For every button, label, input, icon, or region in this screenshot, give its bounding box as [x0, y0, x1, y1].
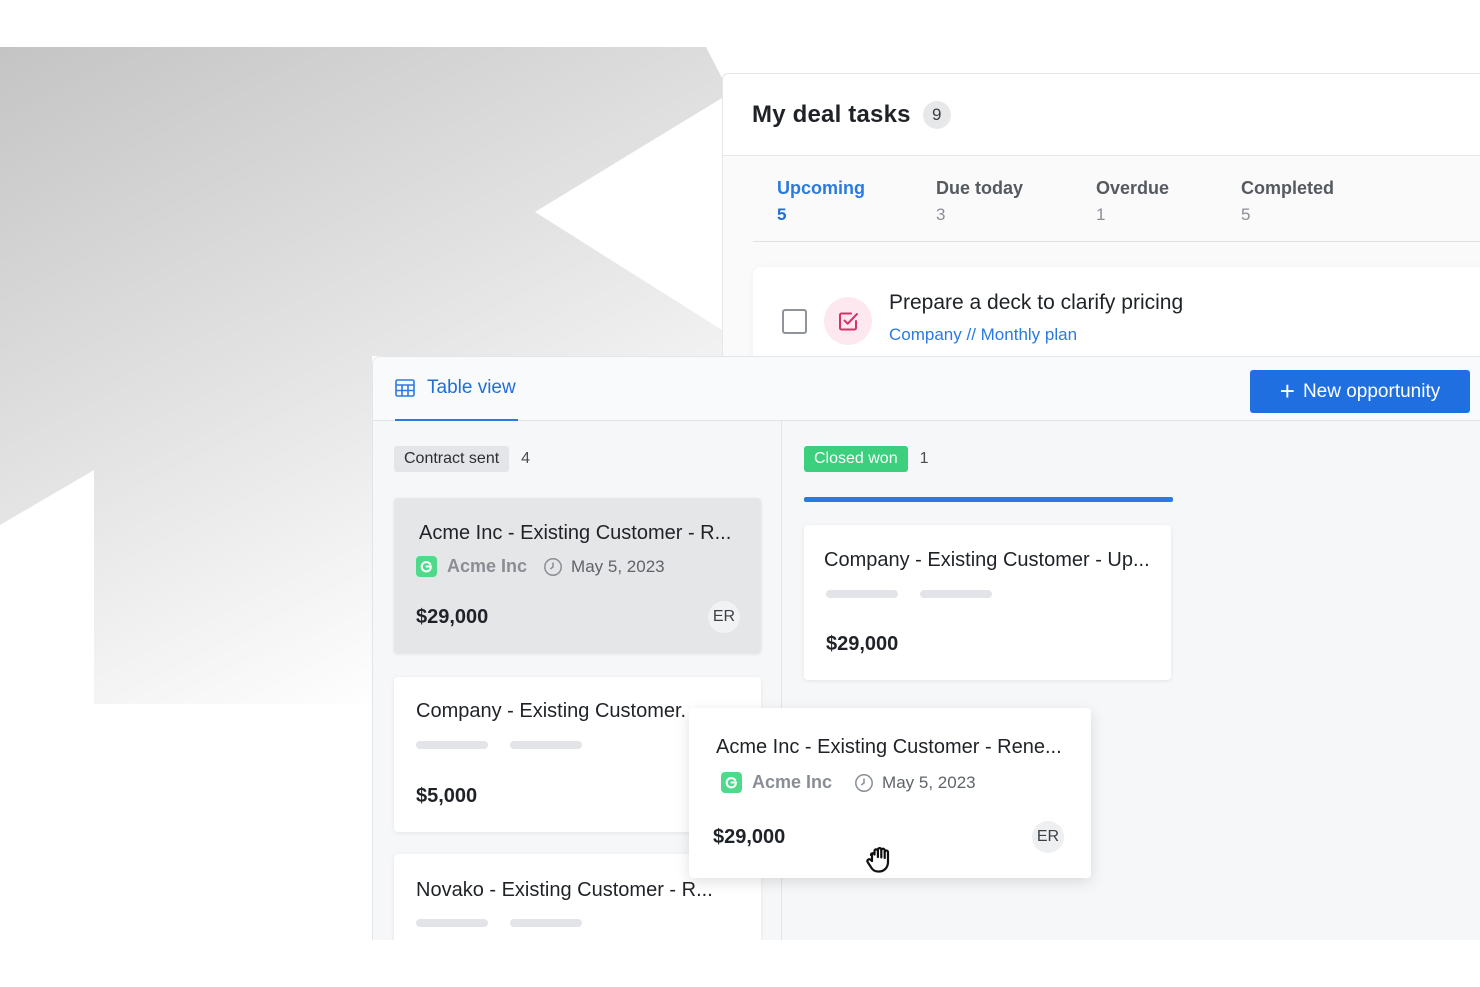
company-logo-icon	[416, 556, 437, 577]
column-header-closed-won: Closed won 1	[804, 446, 929, 472]
skeleton-placeholder	[416, 919, 488, 927]
opportunity-card[interactable]: Acme Inc - Existing Customer - R... Acme…	[394, 498, 761, 653]
company-logo-icon	[721, 772, 742, 793]
card-amount: $5,000	[416, 785, 478, 807]
card-title: Company - Existing Customer.	[416, 700, 687, 722]
tab-due-today[interactable]: Due today 3	[936, 178, 1023, 225]
card-meta: Acme Inc May 5, 2023	[721, 772, 976, 793]
tab-overdue[interactable]: Overdue 1	[1096, 178, 1169, 225]
new-opportunity-label: New opportunity	[1302, 380, 1441, 402]
tab-upcoming[interactable]: Upcoming 5	[777, 178, 865, 225]
tasks-count-badge: 9	[922, 100, 951, 129]
skeleton-placeholder	[510, 919, 582, 927]
tab-count: 5	[1241, 205, 1251, 224]
clock-icon	[544, 557, 562, 576]
table-view-label: Table view	[427, 377, 516, 398]
skeleton-placeholder	[510, 741, 582, 749]
tab-label: Due today	[936, 178, 1024, 198]
grab-cursor-icon	[866, 847, 890, 873]
card-amount: $29,000	[826, 633, 899, 655]
task-checkbox[interactable]	[782, 309, 807, 334]
avatar[interactable]: ER	[1032, 821, 1064, 853]
status-badge: Contract sent	[394, 446, 510, 472]
tab-label: Upcoming	[777, 178, 865, 198]
table-icon	[395, 379, 415, 397]
column-header-contract-sent: Contract sent 4	[394, 446, 530, 472]
skeleton-placeholder	[416, 741, 488, 749]
page-title: My deal tasks	[752, 100, 911, 128]
card-title: Acme Inc - Existing Customer - R...	[419, 522, 732, 544]
task-tabs: Upcoming 5 Due today 3 Overdue 1 Complet…	[753, 156, 1480, 242]
card-company[interactable]: Acme Inc	[752, 772, 832, 793]
tab-completed[interactable]: Completed 5	[1241, 178, 1334, 225]
status-badge: Closed won	[804, 446, 908, 472]
card-date: May 5, 2023	[571, 556, 665, 576]
tab-count: 5	[777, 205, 787, 224]
card-amount: $29,000	[713, 826, 786, 848]
task-related-link[interactable]: Company // Monthly plan	[889, 325, 1077, 345]
deal-tasks-header: My deal tasks 9	[723, 74, 1480, 156]
opportunity-card[interactable]: Company - Existing Customer - Up... $29,…	[804, 525, 1171, 680]
drop-indicator	[804, 497, 1173, 502]
tab-count: 3	[936, 205, 946, 224]
card-title: Acme Inc - Existing Customer - Rene...	[716, 736, 1062, 758]
tab-label: Completed	[1241, 178, 1335, 198]
column-count: 4	[521, 450, 531, 467]
skeleton-placeholder	[826, 590, 898, 598]
card-date: May 5, 2023	[882, 772, 976, 792]
board-toolbar: Table view + New opportunity	[373, 357, 1480, 421]
clock-icon	[855, 773, 873, 792]
task-title: Prepare a deck to clarify pricing	[889, 291, 1184, 314]
skeleton-placeholder	[920, 590, 992, 598]
card-meta: Acme Inc May 5, 2023	[416, 556, 665, 577]
card-company[interactable]: Acme Inc	[447, 556, 527, 577]
card-title: Company - Existing Customer - Up...	[824, 549, 1150, 571]
plus-icon: +	[1279, 375, 1295, 406]
tab-table-view[interactable]: Table view	[395, 357, 518, 421]
tab-label: Overdue	[1096, 178, 1170, 198]
column-count: 1	[919, 450, 929, 467]
card-title: Novako - Existing Customer - R...	[416, 879, 713, 901]
deal-tasks-panel: My deal tasks 9 Upcoming 5 Due today 3 O…	[722, 73, 1480, 387]
tab-count: 1	[1096, 205, 1106, 224]
new-opportunity-button[interactable]: + New opportunity	[1250, 370, 1470, 413]
task-check-icon	[824, 297, 872, 345]
card-amount: $29,000	[416, 606, 489, 628]
avatar[interactable]: ER	[708, 601, 740, 633]
